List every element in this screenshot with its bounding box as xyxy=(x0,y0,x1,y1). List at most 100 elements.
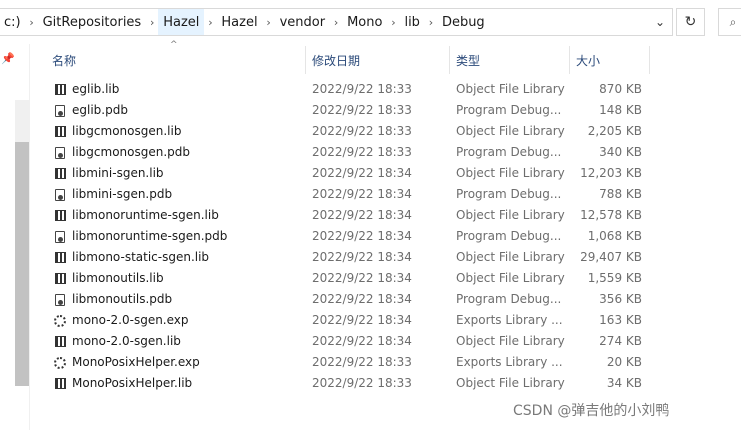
column-header-name-label: 名称 xyxy=(52,53,77,68)
file-row[interactable]: libmini-sgen.lib 2022/9/22 18:34 Object Fi… xyxy=(30,163,730,184)
navigation-scrollbar-thumb[interactable] xyxy=(15,142,29,386)
column-divider[interactable] xyxy=(449,46,450,74)
breadcrumb-item[interactable]: c:) xyxy=(0,9,26,35)
file-modified-date: 2022/9/22 18:34 xyxy=(312,166,412,180)
file-type: Program Debug... xyxy=(456,145,562,159)
file-name: libmini-sgen.lib xyxy=(72,166,164,180)
file-type: Object File Library xyxy=(456,376,565,390)
file-type: Object File Library xyxy=(456,271,565,285)
breadcrumb-item[interactable]: GitRepositories xyxy=(38,9,147,35)
file-row[interactable]: libmonoutils.pdb 2022/9/22 18:34 Program D… xyxy=(30,289,730,310)
column-header-name[interactable]: 名称 xyxy=(52,46,302,74)
pdb-file-icon xyxy=(52,142,68,163)
file-size: 148 KB xyxy=(599,103,642,117)
file-modified-date: 2022/9/22 18:33 xyxy=(312,355,412,369)
file-modified-date: 2022/9/22 18:34 xyxy=(312,313,412,327)
file-row[interactable]: libmonoutils.lib 2022/9/22 18:34 Object Fi… xyxy=(30,268,730,289)
column-header-modified[interactable]: 修改日期 xyxy=(312,46,447,74)
breadcrumb-separator-icon[interactable]: › xyxy=(425,16,437,29)
file-row[interactable]: libgcmonosgen.pdb 2022/9/22 18:33 Program … xyxy=(30,142,730,163)
refresh-icon: ↻ xyxy=(684,14,697,30)
file-modified-date: 2022/9/22 18:34 xyxy=(312,292,412,306)
file-row[interactable]: libmonoruntime-sgen.pdb 2022/9/22 18:34 Pr… xyxy=(30,226,730,247)
column-divider[interactable] xyxy=(569,46,570,74)
file-modified-date: 2022/9/22 18:34 xyxy=(312,208,412,222)
exp-file-icon xyxy=(52,352,68,373)
breadcrumb-separator-icon[interactable]: › xyxy=(387,16,399,29)
file-name: eglib.lib xyxy=(72,82,120,96)
file-type: Object File Library xyxy=(456,250,565,264)
file-row[interactable]: libgcmonosgen.lib 2022/9/22 18:33 Object F… xyxy=(30,121,730,142)
file-row[interactable]: MonoPosixHelper.exp 2022/9/22 18:33 Export… xyxy=(30,352,730,373)
breadcrumb-item[interactable]: Mono xyxy=(342,9,387,35)
file-name: libmonoruntime-sgen.lib xyxy=(72,208,219,222)
file-modified-date: 2022/9/22 18:34 xyxy=(312,334,412,348)
address-bar[interactable]: c:) › GitRepositories › Hazel › Hazel › vendor › M… xyxy=(0,8,673,36)
lib-file-icon xyxy=(52,268,68,289)
refresh-button[interactable]: ↻ xyxy=(676,8,705,36)
file-type: Object File Library xyxy=(456,334,565,348)
breadcrumb-separator-icon[interactable]: › xyxy=(146,16,158,29)
file-name: libmini-sgen.pdb xyxy=(72,187,173,201)
file-type: Exports Library ... xyxy=(456,355,563,369)
file-row[interactable]: mono-2.0-sgen.exp 2022/9/22 18:34 Exports … xyxy=(30,310,730,331)
breadcrumb-separator-icon[interactable]: › xyxy=(330,16,342,29)
breadcrumb-item[interactable]: lib xyxy=(399,9,424,35)
column-divider[interactable] xyxy=(305,46,306,74)
file-modified-date: 2022/9/22 18:34 xyxy=(312,229,412,243)
file-row[interactable]: libmono-static-sgen.lib 2022/9/22 18:34 Ob… xyxy=(30,247,730,268)
file-row[interactable]: MonoPosixHelper.lib 2022/9/22 18:33 Object… xyxy=(30,373,730,394)
column-header-type[interactable]: 类型 xyxy=(456,46,566,74)
breadcrumb-item[interactable]: Hazel xyxy=(216,9,262,35)
chevron-down-icon: ⌄ xyxy=(654,15,666,29)
breadcrumb-item[interactable]: Debug xyxy=(437,9,490,35)
pdb-file-icon xyxy=(52,184,68,205)
file-size: 1,068 KB xyxy=(587,229,642,243)
file-size: 356 KB xyxy=(599,292,642,306)
file-size: 163 KB xyxy=(599,313,642,327)
file-name: MonoPosixHelper.exp xyxy=(72,355,200,369)
search-icon: ⌕ xyxy=(729,14,737,29)
column-header-type-label: 类型 xyxy=(456,53,481,68)
file-size: 1,559 KB xyxy=(587,271,642,285)
file-modified-date: 2022/9/22 18:33 xyxy=(312,124,412,138)
breadcrumb-separator-icon[interactable]: › xyxy=(26,16,38,29)
file-row[interactable]: libmini-sgen.pdb 2022/9/22 18:34 Program D… xyxy=(30,184,730,205)
breadcrumb-separator-icon[interactable]: › xyxy=(204,16,216,29)
file-size: 870 KB xyxy=(599,82,642,96)
file-size: 20 KB xyxy=(606,355,642,369)
lib-file-icon xyxy=(52,163,68,184)
file-type: Program Debug... xyxy=(456,187,562,201)
lib-file-icon xyxy=(52,121,68,142)
search-box[interactable]: ⌕ xyxy=(718,8,741,36)
breadcrumb-item[interactable]: vendor xyxy=(275,9,330,35)
file-modified-date: 2022/9/22 18:34 xyxy=(312,250,412,264)
file-name: eglib.pdb xyxy=(72,103,128,117)
column-header-size[interactable]: 大小 xyxy=(576,46,646,74)
pdb-file-icon xyxy=(52,289,68,310)
file-modified-date: 2022/9/22 18:33 xyxy=(312,376,412,390)
file-name: libmonoutils.pdb xyxy=(72,292,173,306)
breadcrumb-separator-icon[interactable]: › xyxy=(263,16,275,29)
file-size: 12,203 KB xyxy=(580,166,642,180)
address-history-dropdown[interactable]: ⌄ xyxy=(648,9,672,35)
file-modified-date: 2022/9/22 18:33 xyxy=(312,82,412,96)
file-row[interactable]: eglib.pdb 2022/9/22 18:33 Program Debug...… xyxy=(30,100,730,121)
file-size: 788 KB xyxy=(599,187,642,201)
file-list: eglib.lib 2022/9/22 18:33 Object File Libr… xyxy=(30,79,730,394)
file-type: Object File Library xyxy=(456,208,565,222)
file-size: 12,578 KB xyxy=(580,208,642,222)
pin-icon[interactable]: 📌 xyxy=(1,52,15,65)
lib-file-icon xyxy=(52,79,68,100)
file-type: Program Debug... xyxy=(456,292,562,306)
file-name: MonoPosixHelper.lib xyxy=(72,376,193,390)
breadcrumb-item[interactable]: Hazel xyxy=(158,9,205,35)
file-type: Program Debug... xyxy=(456,229,562,243)
file-size: 29,407 KB xyxy=(580,250,642,264)
file-row[interactable]: mono-2.0-sgen.lib 2022/9/22 18:34 Object F… xyxy=(30,331,730,352)
file-name: mono-2.0-sgen.exp xyxy=(72,313,189,327)
file-row[interactable]: libmonoruntime-sgen.lib 2022/9/22 18:34 Ob… xyxy=(30,205,730,226)
file-modified-date: 2022/9/22 18:34 xyxy=(312,187,412,201)
file-row[interactable]: eglib.lib 2022/9/22 18:33 Object File Libr… xyxy=(30,79,730,100)
column-divider[interactable] xyxy=(649,46,650,74)
